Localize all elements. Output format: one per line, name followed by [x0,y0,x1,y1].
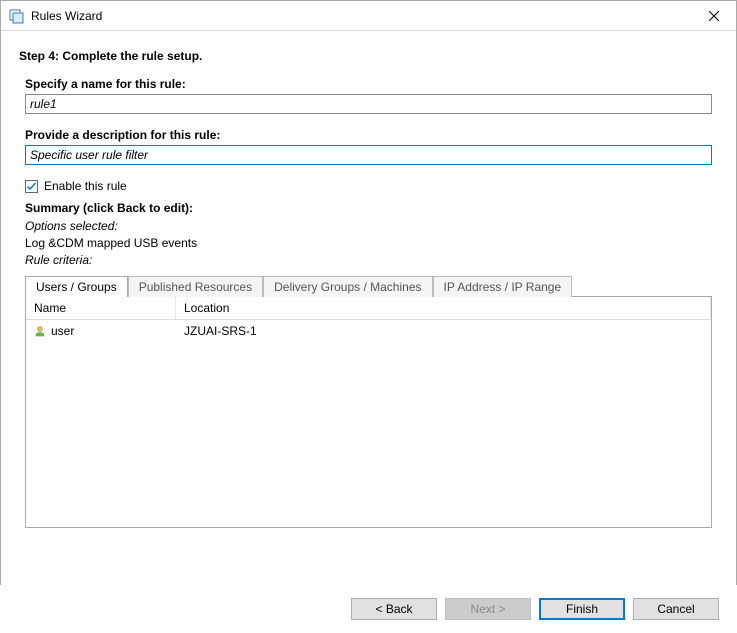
form-area: Specify a name for this rule: Provide a … [19,77,718,528]
table-row[interactable]: user JZUAI-SRS-1 [26,320,711,342]
name-label: Specify a name for this rule: [25,77,712,91]
rule-name-input[interactable] [25,94,712,114]
footer-buttons: < Back Next > Finish Cancel [0,585,737,633]
tab-delivery-groups[interactable]: Delivery Groups / Machines [263,276,432,297]
rule-criteria-label: Rule criteria: [25,253,712,267]
finish-button[interactable]: Finish [539,598,625,620]
back-button[interactable]: < Back [351,598,437,620]
tab-ip-address[interactable]: IP Address / IP Range [433,276,573,297]
criteria-table: Name Location user JZUAI-SRS-1 [25,296,712,528]
rule-desc-input[interactable] [25,145,712,165]
titlebar: Rules Wizard [1,1,736,31]
step-title: Step 4: Complete the rule setup. [19,49,718,63]
cancel-button[interactable]: Cancel [633,598,719,620]
app-icon [9,8,25,24]
desc-label: Provide a description for this rule: [25,128,712,142]
enable-checkbox[interactable] [25,180,38,193]
options-selected-label: Options selected: [25,219,712,233]
window-title: Rules Wizard [31,9,691,23]
options-selected-value: Log &CDM mapped USB events [25,236,712,250]
cell-name-text: user [51,324,74,338]
next-button: Next > [445,598,531,620]
table-header: Name Location [26,297,711,320]
tab-users-groups[interactable]: Users / Groups [25,276,128,297]
tabs-row: Users / Groups Published Resources Deliv… [25,275,712,296]
cell-location: JZUAI-SRS-1 [176,320,711,342]
content-area: Step 4: Complete the rule setup. Specify… [1,31,736,528]
col-name[interactable]: Name [26,297,176,319]
summary-title: Summary (click Back to edit): [25,201,712,215]
close-button[interactable] [691,1,736,31]
tab-published-resources[interactable]: Published Resources [128,276,263,297]
col-location[interactable]: Location [176,297,711,319]
user-icon [34,325,46,337]
enable-rule-row[interactable]: Enable this rule [25,179,712,193]
cell-name: user [26,320,176,342]
enable-label: Enable this rule [44,179,127,193]
